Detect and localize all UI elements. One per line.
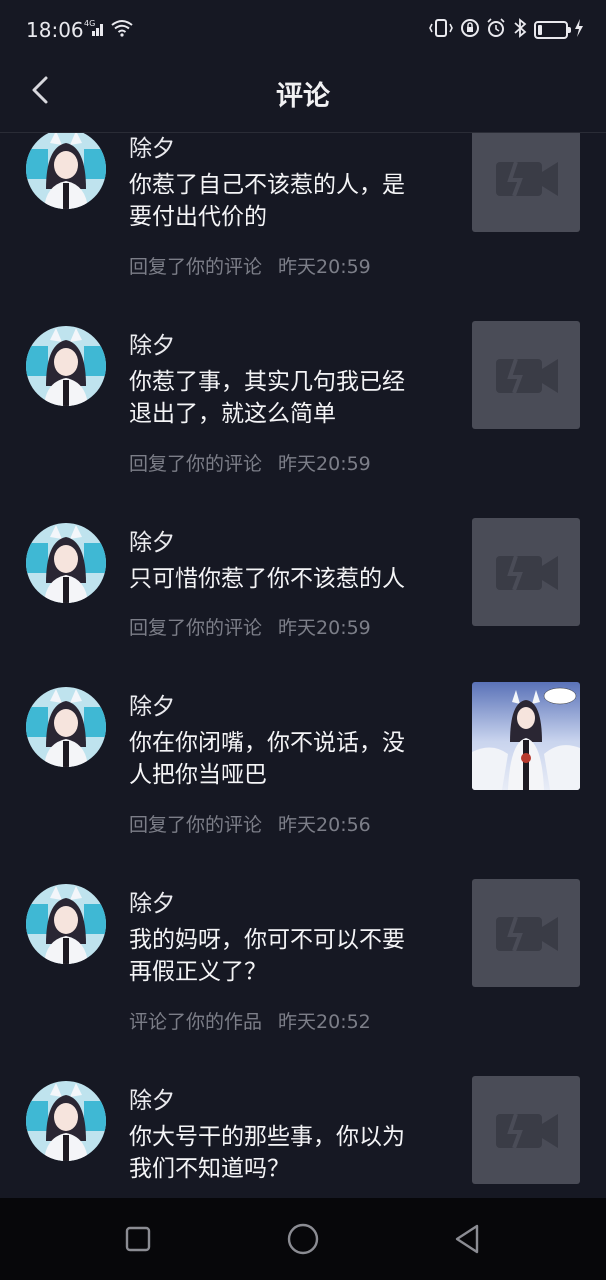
notification-action: 评论了你的作品 [129, 1011, 263, 1033]
status-bar: 18:06 4G [0, 0, 606, 62]
avatar[interactable] [26, 687, 106, 767]
username[interactable]: 除夕 [129, 884, 175, 918]
avatar[interactable] [26, 523, 106, 603]
comment-line: 我们不知道吗？ [129, 1156, 290, 1182]
page-title: 评论 [276, 81, 330, 112]
home-icon [287, 1223, 319, 1255]
comment-text: 我的妈呀，你可不可以不要 再假正义了？ [129, 924, 439, 988]
comment-line: 只可惜你惹了你不该惹的人 [129, 566, 405, 592]
network-type: 4G [84, 19, 95, 28]
avatar[interactable] [26, 1081, 106, 1161]
notification-list[interactable]: 除夕 你惹了自己不该惹的人，是 要付出代价的 回复了你的评论 昨天20:59 除… [0, 133, 606, 1198]
avatar[interactable] [26, 884, 106, 964]
video-thumbnail[interactable] [472, 1076, 580, 1184]
notification-meta: 回复了你的评论 昨天20:56 [129, 810, 371, 837]
system-back-button[interactable] [451, 1222, 485, 1256]
notification-meta: 回复了你的评论 昨天20:59 [129, 613, 371, 640]
video-thumbnail[interactable] [472, 682, 580, 790]
status-left-icons: 4G [84, 19, 134, 41]
home-button[interactable] [285, 1222, 319, 1256]
header-bar: 评论 [0, 62, 606, 133]
notification-meta: 评论了你的作品 昨天20:52 [129, 1007, 371, 1034]
notification-item[interactable]: 除夕 你惹了事，其实几句我已经 退出了，就这么简单 回复了你的评论 昨天20:59 [0, 301, 606, 498]
comment-line: 你惹了自己不该惹的人，是 [129, 172, 405, 198]
comment-text: 你惹了事，其实几句我已经 退出了，就这么简单 [129, 366, 439, 430]
system-nav-bar [0, 1198, 606, 1280]
video-thumbnail[interactable] [472, 133, 580, 232]
comment-line: 退出了，就这么简单 [129, 401, 336, 427]
comment-line: 人把你当哑巴 [129, 762, 267, 788]
comment-line: 再假正义了？ [129, 959, 267, 985]
broken-video-icon [496, 555, 558, 591]
comment-line: 我的妈呀，你可不可以不要 [129, 927, 405, 953]
charging-icon [574, 19, 584, 41]
notification-item[interactable]: 除夕 你大号干的那些事，你以为 我们不知道吗？ [0, 1056, 606, 1198]
notification-action: 回复了你的评论 [129, 256, 263, 278]
recent-apps-button[interactable] [121, 1222, 155, 1256]
username[interactable]: 除夕 [129, 326, 175, 360]
broken-video-icon [496, 1113, 558, 1149]
notification-time: 昨天20:52 [278, 1011, 371, 1033]
data-saver-icon [460, 18, 480, 42]
comment-text: 你大号干的那些事，你以为 我们不知道吗？ [129, 1121, 439, 1185]
broken-video-icon [496, 161, 558, 197]
bluetooth-icon [512, 18, 528, 42]
vibrate-icon [428, 18, 454, 42]
notification-meta: 回复了你的评论 昨天20:59 [129, 252, 371, 279]
username[interactable]: 除夕 [129, 687, 175, 721]
status-right-icons [428, 18, 584, 42]
comment-text: 只可惜你惹了你不该惹的人 [129, 563, 439, 595]
notification-action: 回复了你的评论 [129, 617, 263, 639]
video-thumbnail[interactable] [472, 321, 580, 429]
status-time: 18:06 [26, 18, 84, 42]
battery-icon [534, 21, 571, 39]
back-triangle-icon [455, 1224, 479, 1254]
signal-icon: 4G [84, 19, 106, 41]
video-thumbnail[interactable] [472, 518, 580, 626]
comment-line: 要付出代价的 [129, 204, 267, 230]
broken-video-icon [496, 358, 558, 394]
notification-item[interactable]: 除夕 我的妈呀，你可不可以不要 再假正义了？ 评论了你的作品 昨天20:52 [0, 859, 606, 1056]
recent-apps-icon [125, 1226, 151, 1252]
comment-line: 你惹了事，其实几句我已经 [129, 369, 405, 395]
avatar[interactable] [26, 326, 106, 406]
broken-video-icon [496, 916, 558, 952]
notification-action: 回复了你的评论 [129, 814, 263, 836]
username[interactable]: 除夕 [129, 1081, 175, 1115]
username[interactable]: 除夕 [129, 523, 175, 557]
notification-meta: 回复了你的评论 昨天20:59 [129, 449, 371, 476]
comment-text: 你惹了自己不该惹的人，是 要付出代价的 [129, 169, 439, 233]
alarm-icon [486, 18, 506, 42]
notification-action: 回复了你的评论 [129, 453, 263, 475]
notification-time: 昨天20:59 [278, 453, 371, 475]
notification-time: 昨天20:56 [278, 814, 371, 836]
username[interactable]: 除夕 [129, 133, 175, 163]
comment-line: 你大号干的那些事，你以为 [129, 1124, 405, 1150]
wifi-icon [110, 19, 134, 41]
comment-line: 你在你闭嘴，你不说话，没 [129, 730, 405, 756]
notification-time: 昨天20:59 [278, 256, 371, 278]
video-thumbnail[interactable] [472, 879, 580, 987]
avatar[interactable] [26, 133, 106, 209]
notification-time: 昨天20:59 [278, 617, 371, 639]
comment-text: 你在你闭嘴，你不说话，没 人把你当哑巴 [129, 727, 439, 791]
notification-item[interactable]: 除夕 你在你闭嘴，你不说话，没 人把你当哑巴 回复了你的评论 昨天20:56 [0, 662, 606, 859]
video-thumbnail-image [472, 682, 580, 790]
notification-item[interactable]: 除夕 你惹了自己不该惹的人，是 要付出代价的 回复了你的评论 昨天20:59 [0, 133, 606, 301]
